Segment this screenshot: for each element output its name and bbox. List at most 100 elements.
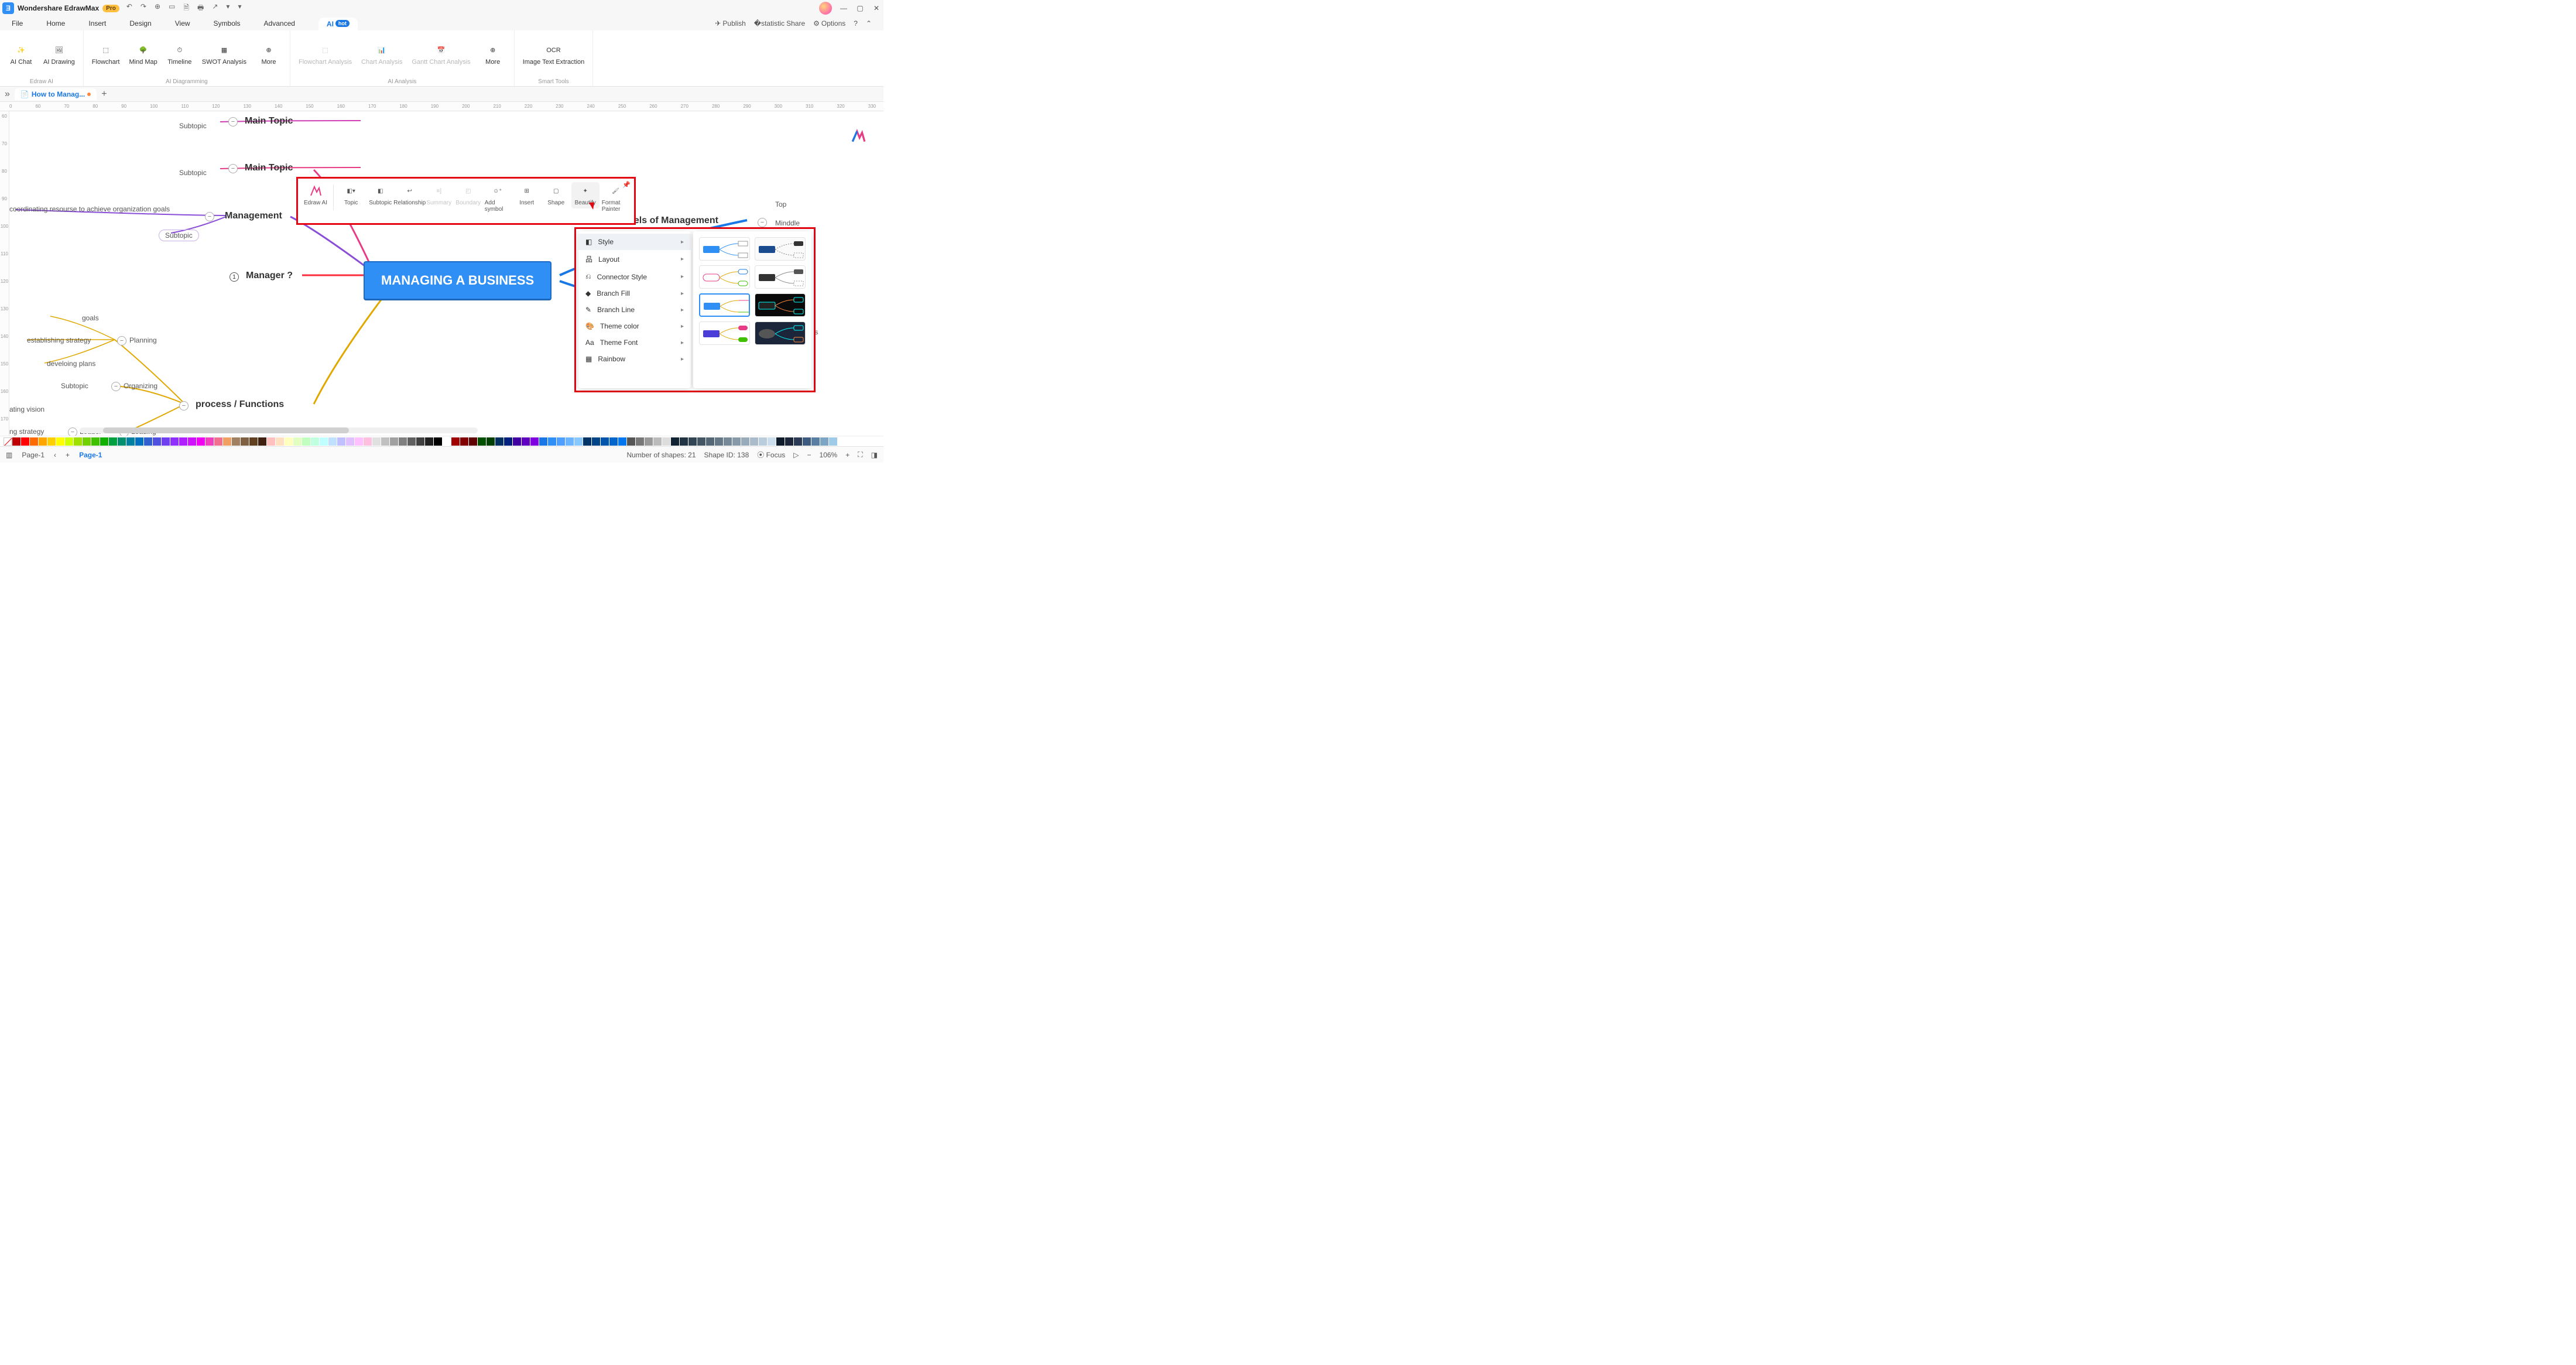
color-swatch[interactable] xyxy=(469,437,477,446)
boundary-button[interactable]: ◰Boundary xyxy=(454,182,482,208)
style-thumb-7[interactable] xyxy=(699,321,750,345)
color-swatch[interactable] xyxy=(451,437,460,446)
add-page-button[interactable]: + xyxy=(66,451,70,459)
ai-chat-button[interactable]: ✨AI Chat xyxy=(8,43,34,66)
color-swatch[interactable] xyxy=(741,437,749,446)
style-thumb-1[interactable] xyxy=(699,237,750,261)
color-swatch[interactable] xyxy=(601,437,609,446)
style-thumb-8[interactable] xyxy=(755,321,806,345)
scrollbar-thumb[interactable] xyxy=(103,427,349,433)
swot-button[interactable]: ▦SWOT Analysis xyxy=(202,43,246,66)
summary-button[interactable]: ≡]Summary xyxy=(425,182,453,208)
color-swatch[interactable] xyxy=(750,437,758,446)
redo-button[interactable]: ↷ xyxy=(141,2,146,15)
document-tab[interactable]: 📄 How to Manag... xyxy=(15,88,97,100)
color-swatch[interactable] xyxy=(513,437,521,446)
canvas[interactable]: MANAGING A BUSINESS Main Topic − Subtopi… xyxy=(9,111,883,436)
collapse-icon[interactable]: − xyxy=(228,164,238,173)
insert-button[interactable]: ⊞Insert xyxy=(513,182,541,208)
color-swatch[interactable] xyxy=(557,437,565,446)
collapse-icon[interactable]: − xyxy=(758,218,767,227)
color-swatch[interactable] xyxy=(732,437,741,446)
color-swatch[interactable] xyxy=(443,437,451,446)
color-swatch[interactable] xyxy=(153,437,161,446)
page-tab[interactable]: Page-1 xyxy=(79,451,102,459)
style-thumb-5[interactable] xyxy=(699,293,750,317)
color-swatch[interactable] xyxy=(346,437,354,446)
menu-branch-line[interactable]: ✎Branch Line▸ xyxy=(578,302,691,318)
color-swatch[interactable] xyxy=(759,437,767,446)
image-text-extraction-button[interactable]: OCRImage Text Extraction xyxy=(523,43,585,66)
management-child[interactable]: Subtopic xyxy=(159,230,199,241)
relationship-button[interactable]: ↩Relationship xyxy=(396,182,424,208)
color-swatch[interactable] xyxy=(768,437,776,446)
color-swatch[interactable] xyxy=(65,437,73,446)
color-swatch[interactable] xyxy=(91,437,100,446)
color-swatch[interactable] xyxy=(653,437,662,446)
color-swatch[interactable] xyxy=(539,437,547,446)
share-button[interactable]: �statistic Share xyxy=(754,19,805,28)
menu-symbols[interactable]: Symbols xyxy=(214,19,241,28)
color-swatch[interactable] xyxy=(627,437,635,446)
color-swatch[interactable] xyxy=(504,437,512,446)
color-swatch[interactable] xyxy=(74,437,82,446)
open-button[interactable]: ▭ xyxy=(169,2,175,15)
management-topic[interactable]: Management xyxy=(225,211,282,221)
menu-file[interactable]: File xyxy=(12,19,23,28)
qat-expand-2[interactable]: ▾ xyxy=(238,2,241,15)
organizing-sub[interactable]: Subtopic xyxy=(61,382,88,390)
central-topic[interactable]: MANAGING A BUSINESS xyxy=(364,261,551,300)
color-swatch[interactable] xyxy=(197,437,205,446)
color-swatch[interactable] xyxy=(583,437,591,446)
color-swatch[interactable] xyxy=(328,437,337,446)
menu-theme-color[interactable]: 🎨Theme color▸ xyxy=(578,318,691,334)
shape-button[interactable]: ▢Shape xyxy=(542,182,570,208)
color-swatch[interactable] xyxy=(258,437,266,446)
color-swatch[interactable] xyxy=(636,437,644,446)
publish-button[interactable]: ✈ Publish xyxy=(715,19,745,28)
style-thumb-4[interactable] xyxy=(755,265,806,289)
color-swatch[interactable] xyxy=(83,437,91,446)
subtopic-1[interactable]: Subtopic xyxy=(179,122,207,130)
flowchart-analysis-button[interactable]: ⬚Flowchart Analysis xyxy=(299,43,352,66)
color-swatch[interactable] xyxy=(311,437,319,446)
goals-topic[interactable]: goals xyxy=(82,314,99,322)
color-swatch[interactable] xyxy=(495,437,503,446)
color-swatch[interactable] xyxy=(21,437,29,446)
coord-topic[interactable]: coordinating resourse to achieve organiz… xyxy=(9,205,170,213)
pin-icon[interactable]: 📌 xyxy=(622,181,631,189)
color-swatch[interactable] xyxy=(126,437,135,446)
color-swatch[interactable] xyxy=(680,437,688,446)
color-swatch[interactable] xyxy=(671,437,679,446)
middle-topic[interactable]: Minddle xyxy=(775,219,800,227)
export-button[interactable]: ↗ xyxy=(212,2,218,15)
color-swatch[interactable] xyxy=(293,437,302,446)
color-swatch[interactable] xyxy=(697,437,705,446)
color-swatch[interactable] xyxy=(425,437,433,446)
add-symbol-button[interactable]: ☺⁺Add symbol xyxy=(484,182,512,215)
color-swatch[interactable] xyxy=(487,437,495,446)
subtopic-2[interactable]: Subtopic xyxy=(179,169,207,177)
color-swatch[interactable] xyxy=(706,437,714,446)
strat2-topic[interactable]: ng strategy xyxy=(9,427,44,436)
color-swatch[interactable] xyxy=(381,437,389,446)
style-thumb-6[interactable] xyxy=(755,293,806,317)
mindmap-button[interactable]: 🌳Mind Map xyxy=(129,43,157,66)
color-swatch[interactable] xyxy=(434,437,442,446)
main-topic-1[interactable]: Main Topic xyxy=(245,116,293,126)
color-swatch[interactable] xyxy=(100,437,108,446)
page-nav-icon[interactable]: ▥ xyxy=(6,451,12,459)
color-swatch[interactable] xyxy=(214,437,222,446)
menu-insert[interactable]: Insert xyxy=(88,19,106,28)
collapse-icon[interactable]: − xyxy=(228,117,238,126)
color-swatch[interactable] xyxy=(267,437,275,446)
color-swatch[interactable] xyxy=(109,437,117,446)
fit-button[interactable]: ⛶ xyxy=(858,450,862,459)
play-button[interactable]: ▷ xyxy=(793,451,799,459)
color-swatch[interactable] xyxy=(162,437,170,446)
strategy-topic[interactable]: establishing strategy xyxy=(27,336,91,344)
focus-button[interactable]: ⦿ Focus xyxy=(757,450,785,460)
panel-toggle-button[interactable]: ◨ xyxy=(871,451,878,459)
color-swatch[interactable] xyxy=(609,437,618,446)
color-swatch[interactable] xyxy=(372,437,381,446)
